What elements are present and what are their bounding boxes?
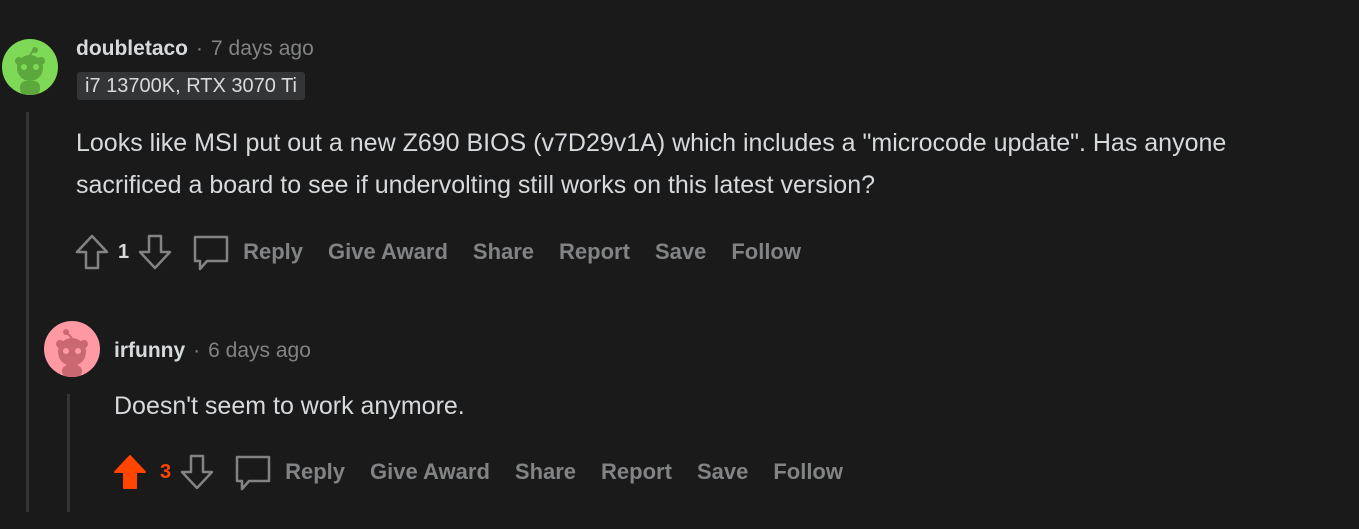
comment-actions: 3 Reply Give Award Share Report Save Fol… — [112, 452, 868, 492]
save-button[interactable]: Save — [655, 239, 706, 265]
give-award-button[interactable]: Give Award — [370, 459, 490, 485]
comment-body: Looks like MSI put out a new Z690 BIOS (… — [76, 129, 1227, 199]
vote-count: 3 — [160, 460, 172, 483]
thread-line-root[interactable] — [26, 112, 29, 512]
share-button[interactable]: Share — [473, 239, 534, 265]
comment-timestamp[interactable]: 6 days ago — [208, 339, 311, 363]
meta-separator: · — [193, 339, 201, 362]
user-flair-container: i7 13700K, RTX 3070 Ti — [77, 72, 305, 100]
upvote-icon-active[interactable] — [112, 453, 148, 491]
meta-separator: · — [196, 37, 204, 60]
comment-timestamp[interactable]: 7 days ago — [211, 37, 314, 61]
downvote-icon[interactable] — [179, 453, 215, 491]
vote-count: 1 — [118, 240, 130, 263]
user-flair: i7 13700K, RTX 3070 Ti — [77, 72, 305, 100]
report-button[interactable]: Report — [559, 239, 630, 265]
upvote-icon[interactable] — [74, 233, 110, 271]
comment-header: irfunny · 6 days ago — [114, 336, 311, 366]
thread-line-reply[interactable] — [67, 394, 70, 512]
report-button[interactable]: Report — [601, 459, 672, 485]
reply-label: Reply — [243, 239, 304, 264]
snoo-avatar-icon — [56, 329, 88, 377]
avatar[interactable] — [44, 321, 100, 377]
downvote-icon[interactable] — [137, 233, 173, 271]
comment-body: Doesn't seem to work anymore. — [114, 392, 465, 420]
comment-author[interactable]: irfunny — [114, 339, 185, 363]
reply-button[interactable]: Reply — [233, 452, 345, 492]
follow-button[interactable]: Follow — [731, 239, 801, 265]
avatar[interactable] — [2, 39, 58, 95]
share-button[interactable]: Share — [515, 459, 576, 485]
reply-label: Reply — [285, 459, 346, 484]
comment-bubble-icon — [191, 232, 231, 272]
comment-actions: 1 Reply Give Award Share Report Save Fol… — [74, 232, 826, 272]
save-button[interactable]: Save — [697, 459, 748, 485]
snoo-avatar-icon — [15, 47, 45, 95]
reply-button[interactable]: Reply — [191, 232, 303, 272]
comment-author[interactable]: doubletaco — [76, 37, 188, 61]
give-award-button[interactable]: Give Award — [328, 239, 448, 265]
comment-header: doubletaco · 7 days ago — [76, 34, 314, 64]
comment-bubble-icon — [233, 452, 273, 492]
follow-button[interactable]: Follow — [773, 459, 843, 485]
